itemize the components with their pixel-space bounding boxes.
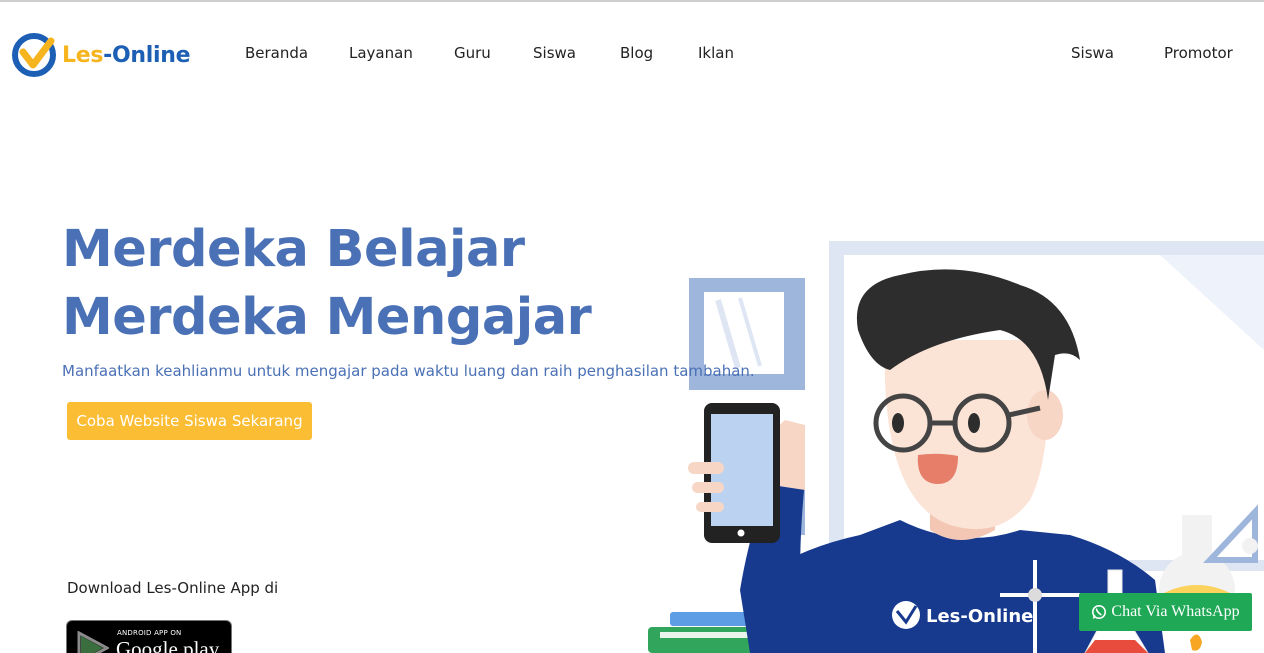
checkmark-circle-logo-icon	[12, 33, 56, 77]
whatsapp-label: Chat Via WhatsApp	[1111, 603, 1240, 620]
shirt-logo-text: Les-Online	[926, 606, 1033, 627]
top-border	[0, 0, 1264, 2]
site-logo[interactable]: Les-Online	[11, 32, 191, 78]
nav-item-blog[interactable]: Blog	[620, 44, 653, 62]
hero-subtitle: Manfaatkan keahlianmu untuk mengajar pad…	[62, 362, 755, 380]
nav-item-siswa[interactable]: Siswa	[533, 44, 576, 62]
nav-item-login-siswa[interactable]: Siswa	[1071, 44, 1114, 62]
download-app-label: Download Les-Online App di	[67, 579, 279, 597]
google-play-big-text: Google play	[116, 637, 220, 653]
whatsapp-chat-button[interactable]: Chat Via WhatsApp	[1079, 593, 1252, 631]
google-play-badge[interactable]: ANDROID APP ON Google play	[66, 620, 232, 653]
google-play-small-text: ANDROID APP ON	[117, 629, 182, 637]
try-student-website-button[interactable]: Coba Website Siswa Sekarang	[67, 402, 312, 440]
nav-item-beranda[interactable]: Beranda	[245, 44, 308, 62]
whatsapp-icon	[1092, 605, 1107, 619]
nav-item-guru[interactable]: Guru	[454, 44, 491, 62]
nav-item-layanan[interactable]: Layanan	[349, 44, 413, 62]
nav-item-promotor[interactable]: Promotor	[1164, 44, 1233, 62]
google-play-icon	[77, 631, 109, 653]
hero-title: Merdeka Belajar Merdeka Mengajar	[62, 220, 592, 347]
brand-name: Les-Online	[62, 42, 191, 68]
nav-item-iklan[interactable]: Iklan	[698, 44, 734, 62]
